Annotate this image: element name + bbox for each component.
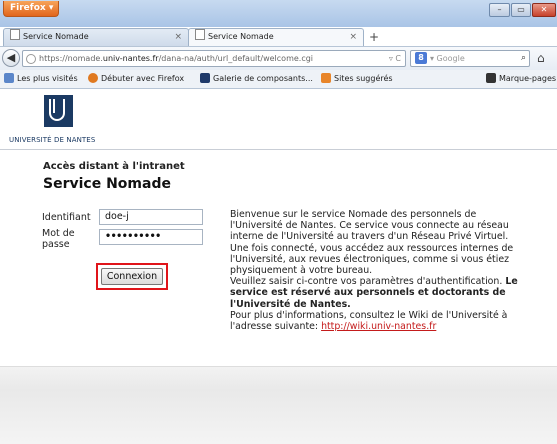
close-window-button[interactable]: ✕: [532, 3, 556, 17]
globe-icon: [26, 54, 36, 64]
username-field[interactable]: doe-j: [99, 209, 203, 225]
tab-close-icon[interactable]: ×: [174, 29, 182, 45]
bookmarks-menu-button[interactable]: Marque-pages: [486, 70, 556, 87]
window-titlebar: Firefox ▾ – ▭ ✕: [0, 0, 557, 27]
info-paragraph-instructions: Veuillez saisir ci-contre vos paramètres…: [230, 276, 503, 288]
gallery-icon: [200, 73, 210, 83]
logo-text: UNIVERSITÉ DE NANTES: [9, 136, 96, 144]
bookmark-label: Galerie de composants...: [213, 74, 313, 83]
page-title: Service Nomade: [43, 176, 171, 192]
bookmark-suggested-sites[interactable]: Sites suggérés: [321, 70, 393, 87]
new-tab-button[interactable]: +: [366, 30, 382, 45]
wiki-link[interactable]: http://wiki.univ-nantes.fr: [321, 321, 436, 332]
url-path: /dana-na/auth/url_default/welcome.cgi: [158, 54, 314, 63]
url-bar[interactable]: https://nomade.univ-nantes.fr/dana-na/au…: [22, 50, 406, 67]
search-placeholder: ▾ Google: [430, 54, 465, 63]
url-host: univ-nantes.fr: [102, 54, 159, 63]
info-paragraph-welcome: Bienvenue sur le service Nomade des pers…: [230, 209, 514, 277]
connect-button-highlight: Connexion: [96, 263, 168, 290]
bookmark-label: Marque-pages: [499, 74, 557, 83]
firefox-icon: [88, 73, 98, 83]
bookmark-label: Les plus visités: [17, 74, 78, 83]
tab-close-icon[interactable]: ×: [349, 29, 357, 45]
bookmarks-toolbar: Les plus visités Débuter avec Firefox Ga…: [0, 70, 557, 89]
password-field[interactable]: ••••••••••: [99, 229, 203, 245]
reload-icon[interactable]: ▿ C: [389, 51, 401, 66]
page-icon: [195, 29, 205, 40]
bookmarks-menu-icon: [486, 73, 496, 83]
maximize-button[interactable]: ▭: [511, 3, 531, 17]
bookmark-icon: [4, 73, 14, 83]
minimize-button[interactable]: –: [489, 3, 510, 17]
username-label: Identifiant: [42, 212, 91, 223]
bookmark-getting-started[interactable]: Débuter avec Firefox: [88, 70, 184, 87]
tab-service-nomade-1[interactable]: Service Nomade ×: [3, 28, 189, 46]
back-arrow-icon[interactable]: ◀: [2, 49, 20, 67]
site-header: UNIVERSITÉ DE NANTES: [0, 89, 557, 150]
search-engine-icon[interactable]: 8: [415, 52, 427, 64]
navigation-bar: ◀ https://nomade.univ-nantes.fr/dana-na/…: [0, 46, 557, 71]
password-label-line1: Mot de: [42, 228, 75, 239]
tab-label: Service Nomade: [208, 32, 274, 41]
tab-label: Service Nomade: [23, 32, 89, 41]
home-icon[interactable]: ⌂: [537, 51, 545, 65]
suggested-icon: [321, 73, 331, 83]
url-prefix: https://nomade.: [39, 54, 103, 63]
info-text: Bienvenue sur le service Nomade des pers…: [230, 209, 526, 332]
university-logo[interactable]: [44, 95, 73, 127]
page-icon: [10, 29, 20, 40]
page-subtitle: Accès distant à l'intranet: [43, 161, 185, 172]
logo-u-shape: [49, 99, 65, 121]
bookmark-label: Débuter avec Firefox: [101, 74, 185, 83]
bookmark-label: Sites suggérés: [334, 74, 393, 83]
firefox-menu-button[interactable]: Firefox ▾: [3, 1, 59, 17]
connect-button[interactable]: Connexion: [101, 268, 163, 285]
logo-bar: [53, 99, 55, 113]
password-label-line2: passe: [42, 239, 70, 250]
bookmark-most-visited[interactable]: Les plus visités: [4, 70, 78, 87]
page-footer-band: [0, 366, 557, 444]
bookmark-web-slice-gallery[interactable]: Galerie de composants...: [200, 70, 313, 87]
tab-service-nomade-2[interactable]: Service Nomade ×: [188, 28, 364, 46]
search-icon[interactable]: ⌕: [521, 51, 526, 66]
search-input[interactable]: 8 ▾ Google ⌕: [410, 50, 530, 67]
